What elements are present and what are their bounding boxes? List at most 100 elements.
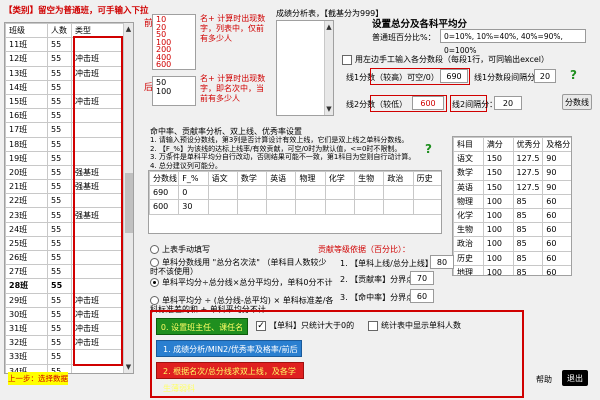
table-cell[interactable]: [324, 185, 356, 201]
table-cell[interactable]: 85: [512, 264, 544, 275]
table-cell[interactable]: 85: [512, 222, 544, 238]
table-cell[interactable]: 85: [512, 236, 544, 252]
single-subject-checkbox[interactable]: ✓: [256, 320, 266, 331]
show-count-checkbox[interactable]: [368, 320, 378, 331]
table-row[interactable]: 物理 100 85 60: [453, 193, 571, 209]
table-cell[interactable]: [207, 199, 238, 215]
table-cell[interactable]: 85: [512, 250, 544, 266]
analysis-button[interactable]: 1. 成绩分析/MIN2/优秀率及格率/前后x名: [156, 340, 302, 371]
table-cell[interactable]: 地理: [453, 264, 484, 275]
radio-rank-method[interactable]: 单科分数线用 "总分名次法" （单科目人数较少时不该使用）: [150, 258, 334, 276]
table-cell[interactable]: 150: [482, 179, 514, 195]
table-cell[interactable]: [295, 185, 326, 201]
table-cell[interactable]: [354, 199, 385, 215]
table-row[interactable]: 690 0: [149, 185, 441, 201]
table-cell[interactable]: 85: [512, 193, 544, 209]
grade1-input[interactable]: 80: [430, 255, 454, 269]
help-link[interactable]: 帮助: [536, 374, 552, 385]
percent-input[interactable]: 0=10%, 10%=40%, 40%=90%, 0=100%: [440, 29, 586, 55]
table-cell[interactable]: [383, 199, 414, 215]
radio-stddev-button[interactable]: [150, 296, 159, 305]
table-cell[interactable]: 150: [482, 151, 514, 167]
segments-scrollbar[interactable]: ▲ ▼: [324, 21, 333, 115]
table-cell[interactable]: 127.5: [512, 165, 544, 181]
table-cell[interactable]: 历史: [453, 250, 484, 266]
grade3-input[interactable]: 60: [410, 289, 434, 303]
exit-button[interactable]: 退出: [562, 370, 588, 386]
list-top[interactable]: 10 20 50 100 200 400 600: [152, 14, 196, 70]
table-cell[interactable]: 英语: [453, 179, 484, 195]
table-row[interactable]: 政治 100 85 60: [453, 236, 571, 252]
table-row[interactable]: 化学 100 85 60: [453, 207, 571, 224]
table-cell[interactable]: 生物: [453, 222, 484, 238]
table-cell[interactable]: 化学: [453, 207, 484, 224]
radio-avg-ratio[interactable]: 单科平均分÷总分线×总分平均分，单科0分不计: [150, 278, 334, 287]
radio-avg-ratio-button[interactable]: [150, 278, 159, 287]
table-cell[interactable]: 90: [542, 165, 571, 181]
table-cell[interactable]: [412, 199, 441, 215]
line2-input[interactable]: 600: [412, 96, 444, 110]
scroll-down-icon[interactable]: ▼: [124, 361, 133, 373]
segments-input[interactable]: ▲ ▼: [276, 20, 334, 116]
settings-help-icon[interactable]: ?: [570, 68, 577, 82]
table-cell[interactable]: 60: [542, 264, 571, 275]
table-cell[interactable]: 127.5: [512, 151, 544, 167]
table-cell[interactable]: 127.5: [512, 179, 544, 195]
table-row[interactable]: 数学 150 127.5 90: [453, 165, 571, 181]
table-cell[interactable]: 90: [542, 179, 571, 195]
table-cell[interactable]: [236, 199, 268, 215]
double-line-button[interactable]: 2. 根据名次/总分线求双上线，及各学生薄弱科: [156, 362, 304, 393]
table-cell[interactable]: 60: [542, 250, 571, 266]
table-cell[interactable]: [412, 185, 441, 201]
grade2-input[interactable]: 70: [410, 271, 434, 285]
table-cell[interactable]: [207, 185, 238, 201]
scroll-down-icon[interactable]: ▼: [325, 103, 333, 115]
table-cell[interactable]: 语文: [453, 151, 484, 167]
table-cell[interactable]: 60: [542, 222, 571, 238]
table-cell[interactable]: [295, 199, 326, 215]
table-cell[interactable]: 0: [178, 185, 209, 201]
radio-manual-button[interactable]: [150, 245, 159, 254]
table-row[interactable]: 英语 150 127.5 90: [453, 179, 571, 195]
table-cell[interactable]: [236, 185, 268, 201]
subject-table[interactable]: 科目 满分 优秀分 及格分 语文 150 127.5 90 数学 150 127.5 90 英语 150…: [452, 136, 572, 276]
manual-segments-checkbox[interactable]: [342, 54, 352, 65]
table-row[interactable]: 历史 100 85 60: [453, 250, 571, 266]
table-cell[interactable]: [266, 185, 297, 201]
table-cell[interactable]: [383, 185, 414, 201]
step1-input[interactable]: 20: [534, 69, 556, 83]
table-cell[interactable]: 数学: [453, 165, 484, 181]
table-cell[interactable]: 60: [542, 193, 571, 209]
show-count-row[interactable]: 统计表中显示单科人数: [368, 320, 461, 331]
prev-step-button[interactable]: 上一步：选择数据: [8, 372, 68, 385]
table-cell[interactable]: 100: [482, 207, 514, 224]
table-cell[interactable]: 690: [149, 185, 180, 201]
radio-manual[interactable]: 上表手动填写: [150, 244, 210, 255]
list-item[interactable]: 600: [156, 61, 192, 69]
table-cell[interactable]: 150: [482, 165, 514, 181]
table-cell[interactable]: 100: [482, 222, 514, 238]
scroll-up-icon[interactable]: ▲: [124, 23, 133, 35]
table-cell[interactable]: 600: [149, 199, 180, 215]
step2-input[interactable]: 20: [494, 96, 522, 110]
table-row[interactable]: 语文 150 127.5 90: [453, 151, 571, 167]
list-item[interactable]: 50: [156, 78, 192, 87]
table-row[interactable]: 地理 100 85 60: [453, 264, 571, 275]
table-cell[interactable]: [266, 199, 297, 215]
mid-help-icon[interactable]: ?: [425, 142, 432, 156]
list-bottom[interactable]: 50 100: [152, 76, 196, 106]
list-item[interactable]: 100: [156, 87, 192, 96]
radio-rank-method-button[interactable]: [150, 258, 159, 267]
setup-teachers-button[interactable]: 0. 设置班主任、课任名师: [156, 318, 248, 349]
line-table[interactable]: 分数线 F_% 语文 数学 英语 物理 化学 生物 政治 历史 690 0 600 30: [148, 170, 442, 234]
table-cell[interactable]: 100: [482, 236, 514, 252]
table-cell[interactable]: [324, 199, 356, 215]
table-cell[interactable]: [354, 185, 385, 201]
table-cell[interactable]: 100: [482, 250, 514, 266]
table-cell[interactable]: 30: [178, 199, 209, 215]
table-cell[interactable]: 100: [482, 193, 514, 209]
table-row[interactable]: 600 30: [149, 199, 441, 215]
scroll-up-icon[interactable]: ▲: [325, 21, 333, 33]
segment-line-button[interactable]: 分数线: [562, 94, 592, 110]
table-cell[interactable]: 60: [542, 236, 571, 252]
